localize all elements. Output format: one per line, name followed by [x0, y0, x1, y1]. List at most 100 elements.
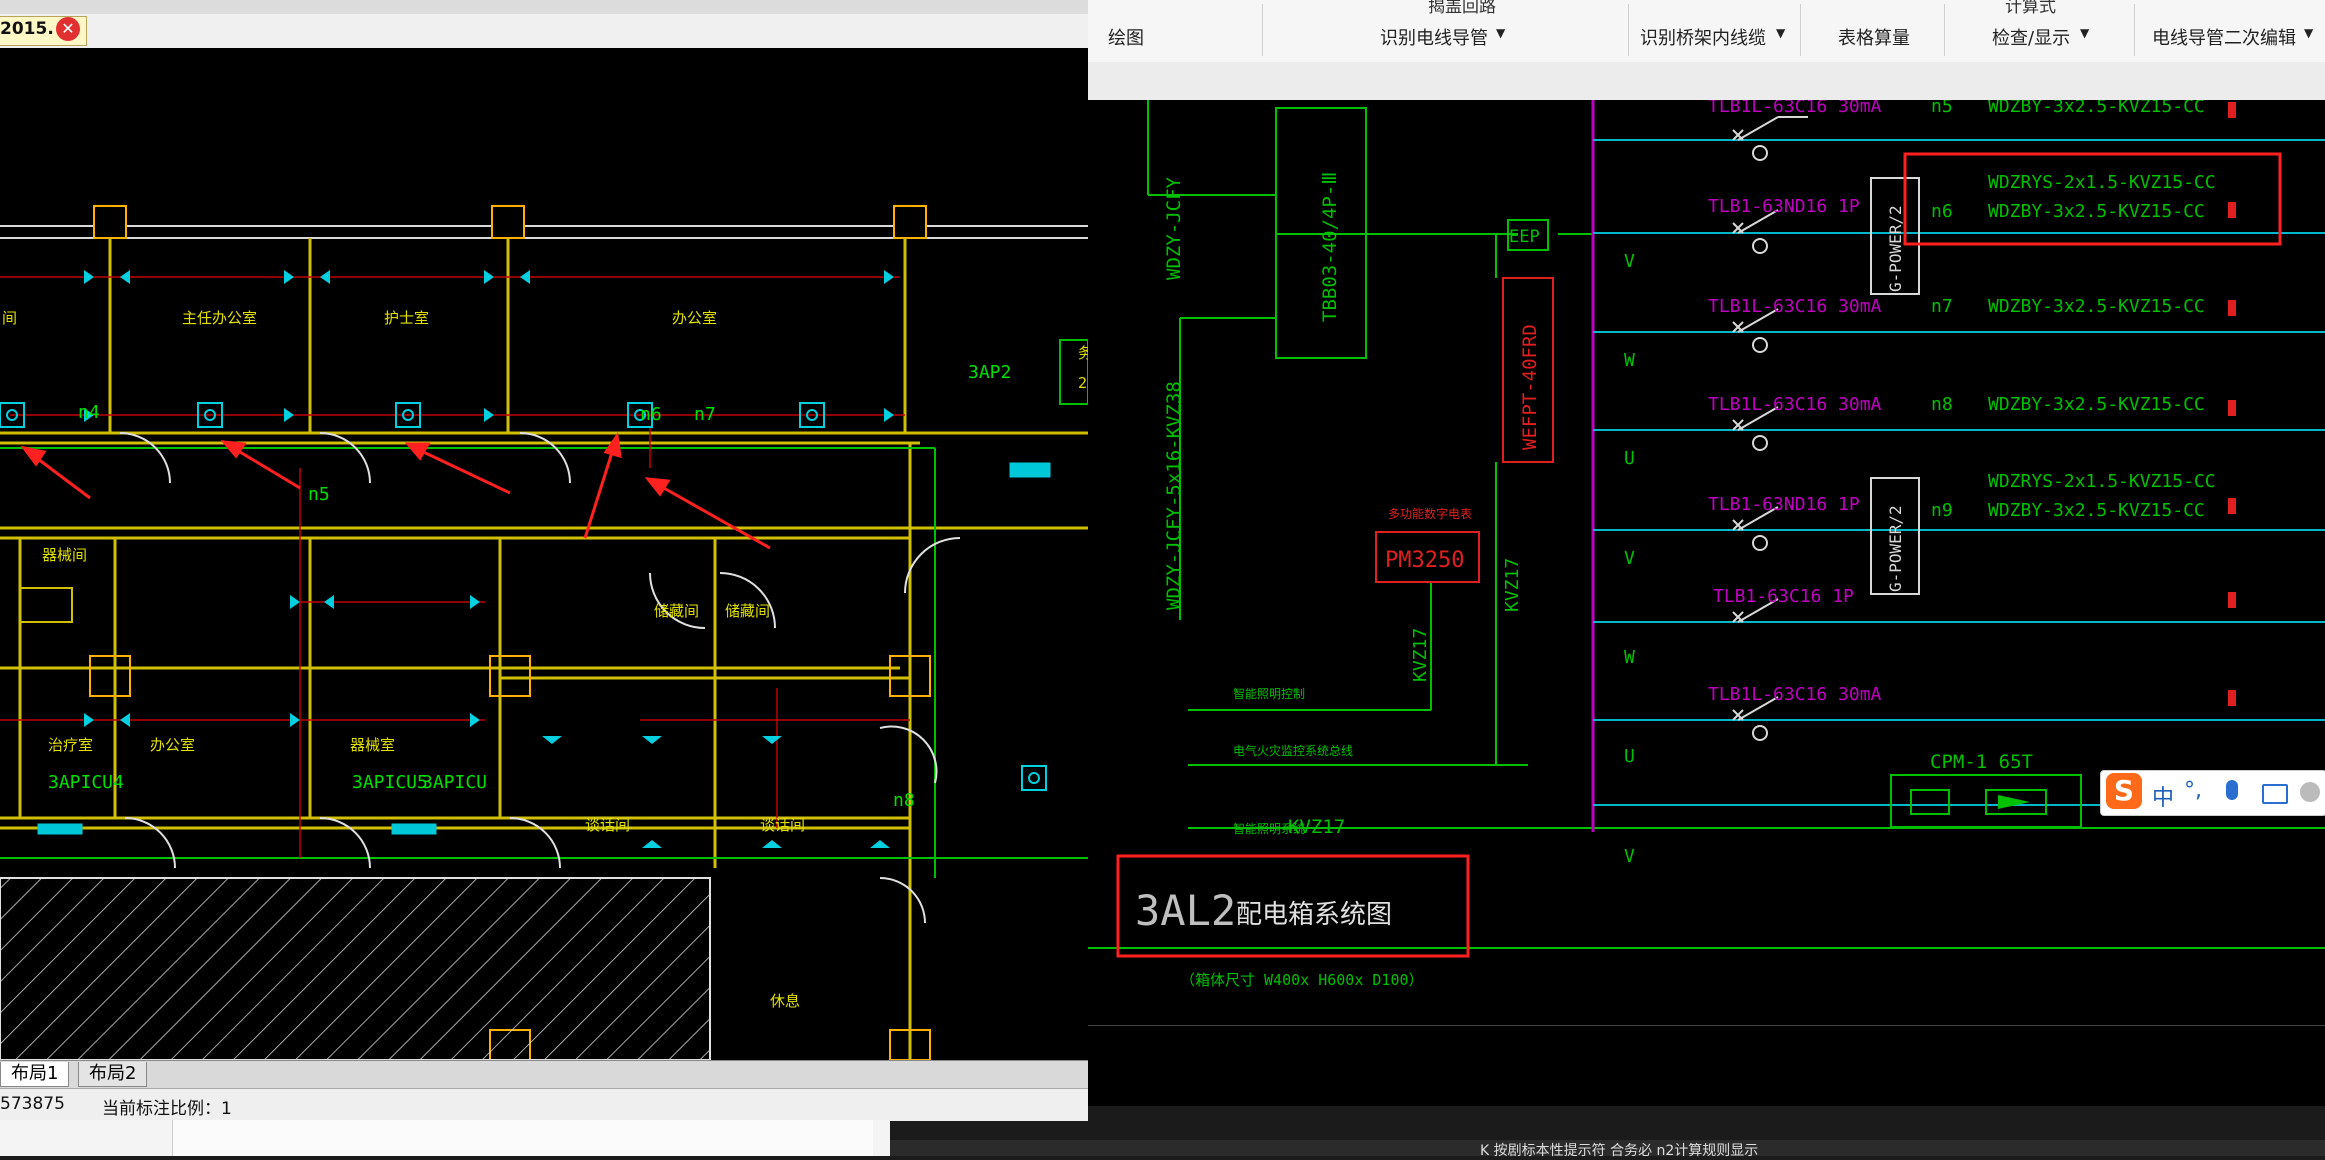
cpm-label: CPM-1 65T — [1930, 751, 2033, 773]
panel-label-3apicu5: 3APICU5 — [352, 772, 428, 793]
phase-label-row-8: V — [1624, 846, 1635, 867]
ribbon-group-identify-wire-conduit[interactable]: 识别电线导管 — [1380, 24, 1488, 50]
circuit-label-row-2: n6 — [1931, 201, 1953, 222]
ime-language-toggle[interactable]: 中 — [2152, 780, 2174, 812]
user-icon[interactable] — [2300, 782, 2320, 802]
chevron-down-icon[interactable]: ▼ — [2304, 26, 2313, 40]
floorplan-canvas[interactable]: 间 主任办公室 护士室 办公室 器械间 储藏间 储藏间 治疗室 办公室 器械室 … — [0, 48, 1088, 1060]
phase-label-row-2: V — [1624, 251, 1635, 272]
cable-label-row-5a: WDZRYS-2x1.5-KVZ15-CC — [1988, 471, 2216, 492]
meter-label: PM3250 — [1385, 548, 1464, 573]
status-annotation-scale: 当前标注比例：1 — [102, 1099, 232, 1119]
breaker-label-row-7: TLB1L-63C16 30mA — [1708, 684, 1882, 705]
ribbon-partial-item-2[interactable]: 计算式 — [2005, 0, 2056, 17]
diagram-title-suffix: 配电箱系统图 — [1236, 900, 1392, 930]
ribbon-partial-item-1[interactable]: 揭盖回路 — [1428, 0, 1496, 17]
cable-label-row-2b: WDZBY-3x2.5-KVZ15-CC — [1988, 201, 2205, 222]
keyboard-icon[interactable] — [2262, 784, 2288, 804]
panel-label-3apicu: 3APICU — [422, 772, 487, 793]
panel-label-3apicu4: 3APICU4 — [48, 772, 124, 793]
diagram-bottom-area — [1088, 1025, 2325, 1106]
bus-note-3-conduit: KVZ17 — [1288, 816, 1345, 838]
cable-label-row-5b: WDZBY-3x2.5-KVZ15-CC — [1988, 500, 2205, 521]
layout-tab-bar — [0, 1060, 1088, 1089]
phase-label-row-6: W — [1624, 647, 1635, 668]
room-label-office-top: 办公室 — [672, 309, 717, 327]
diagram-background — [1088, 100, 2325, 1025]
incoming-top-label: WDZY-JCFY — [1163, 176, 1185, 280]
close-tab-icon[interactable]: ✕ — [56, 17, 80, 41]
bus-note-2: 电气火灾监控系统总线 — [1233, 743, 1353, 758]
microphone-icon[interactable] — [2226, 780, 2238, 800]
gpower-label-2: G-POWER/2 — [1886, 505, 1905, 592]
meter-caption: 多功能数字电表 — [1388, 506, 1472, 521]
room-label-consult-2: 谈话间 — [760, 816, 805, 834]
ribbon-group-check-display[interactable]: 检查/显示 — [1992, 24, 2070, 50]
room-label-storage-1: 储藏间 — [654, 602, 699, 620]
breaker-label-row-6: TLB1-63C16 1P — [1713, 586, 1854, 607]
ribbon-separator — [1800, 4, 1801, 56]
ribbon-separator — [1262, 4, 1263, 56]
ribbon-separator — [2134, 4, 2135, 56]
cable-label-row-2a: WDZRYS-2x1.5-KVZ15-CC — [1988, 172, 2216, 193]
main-switch-label: TBB03-40/4P-Ⅲ — [1319, 172, 1341, 322]
circuit-label-row-3: n7 — [1931, 296, 1953, 317]
edge-char-2: 2 — [1078, 374, 1087, 392]
room-label-equipment: 器械间 — [42, 546, 87, 564]
circuit-label-row-5: n9 — [1931, 500, 1953, 521]
room-label-instrument: 器械室 — [350, 736, 395, 754]
breaker-label-row-4: TLB1L-63C16 30mA — [1708, 394, 1882, 415]
document-tab-bar — [0, 14, 1088, 49]
circuit-label-row-4: n8 — [1931, 394, 1953, 415]
circuit-label-n6: n6 — [640, 404, 662, 425]
bus-note-1: 智能照明控制 — [1233, 686, 1305, 701]
sogou-ime-icon[interactable]: S — [2106, 773, 2142, 809]
circuit-label-row-1: n5 — [1931, 100, 1953, 117]
layout-tab-1[interactable]: 布局1 — [0, 1062, 70, 1087]
phase-label-row-7: U — [1624, 746, 1635, 767]
spd-label: WEFPT-40FRD — [1519, 324, 1541, 450]
spd-conduit-label: KVZ17 — [1502, 558, 1523, 612]
chevron-down-icon[interactable]: ▼ — [1776, 26, 1785, 40]
gpower-label-1: G-POWER/2 — [1886, 205, 1905, 292]
circuit-label-n7: n7 — [694, 404, 716, 425]
phase-label-row-5: V — [1624, 548, 1635, 569]
ime-punctuation-toggle[interactable]: °, — [2184, 778, 2202, 803]
room-label-jian: 间 — [2, 309, 17, 327]
circuit-label-n8: n8 — [893, 790, 915, 811]
phase-label-row-3: W — [1624, 350, 1635, 371]
room-label-consult-1: 谈话间 — [585, 816, 630, 834]
enclosure-dimensions: （箱体尺寸 W400x H600x D100） — [1180, 971, 1424, 989]
breaker-label-row-1: TLB1L-63C16 30mA — [1708, 100, 1882, 117]
system-diagram-canvas[interactable]: WDZY-JCFY WDZY-JCFY-5x16-KVZ38 TBB03-40/… — [1088, 100, 2325, 1025]
layout-tab-2[interactable]: 布局2 — [78, 1062, 148, 1087]
edge-char-1: 务 — [1078, 344, 1088, 362]
room-label-nurse-station: 护士室 — [384, 309, 429, 327]
chevron-down-icon[interactable]: ▼ — [1496, 26, 1505, 40]
cable-label-row-1: WDZBY-3x2.5-KVZ15-CC — [1988, 100, 2205, 117]
circuit-label-n5: n5 — [308, 484, 330, 505]
ribbon-group-table-quantity[interactable]: 表格算量 — [1838, 24, 1910, 50]
ribbon-group-identify-tray-cables[interactable]: 识别桥架内线缆 — [1640, 24, 1766, 50]
ribbon-separator — [1944, 4, 1945, 56]
phase-label-row-4: U — [1624, 448, 1635, 469]
cable-label-row-4: WDZBY-3x2.5-KVZ15-CC — [1988, 394, 2205, 415]
panel-label-3ap2: 3AP2 — [968, 362, 1011, 383]
cable-label-row-3: WDZBY-3x2.5-KVZ15-CC — [1988, 296, 2205, 317]
ribbon-group-draw[interactable]: 绘图 — [1108, 24, 1144, 50]
background-panel — [172, 1120, 873, 1156]
diagram-title-prefix: 3AL2 — [1135, 886, 1236, 935]
meter-conduit-label: KVZ17 — [1410, 628, 1431, 682]
ribbon-separator — [1628, 4, 1629, 56]
chevron-down-icon[interactable]: ▼ — [2080, 26, 2089, 40]
incoming-cable-label: WDZY-JCFY-5x16-KVZ38 — [1163, 381, 1185, 610]
left-menu-strip — [0, 0, 1088, 14]
breaker-label-row-2: TLB1-63ND16 1P — [1708, 196, 1860, 217]
ribbon-group-wire-conduit-edit[interactable]: 电线导管二次编辑 — [2152, 24, 2296, 50]
room-label-office-bottom: 办公室 — [150, 736, 195, 754]
taskbar-caption: K 按剧标本性提示符 合务必 n2计算规则显示 — [1480, 1143, 1759, 1159]
status-coordinates: 573875 — [0, 1094, 65, 1114]
room-label-storage-2: 储藏间 — [725, 602, 770, 620]
ribbon-lower-strip — [1088, 62, 2325, 101]
circuit-label-n4: n4 — [78, 402, 100, 423]
